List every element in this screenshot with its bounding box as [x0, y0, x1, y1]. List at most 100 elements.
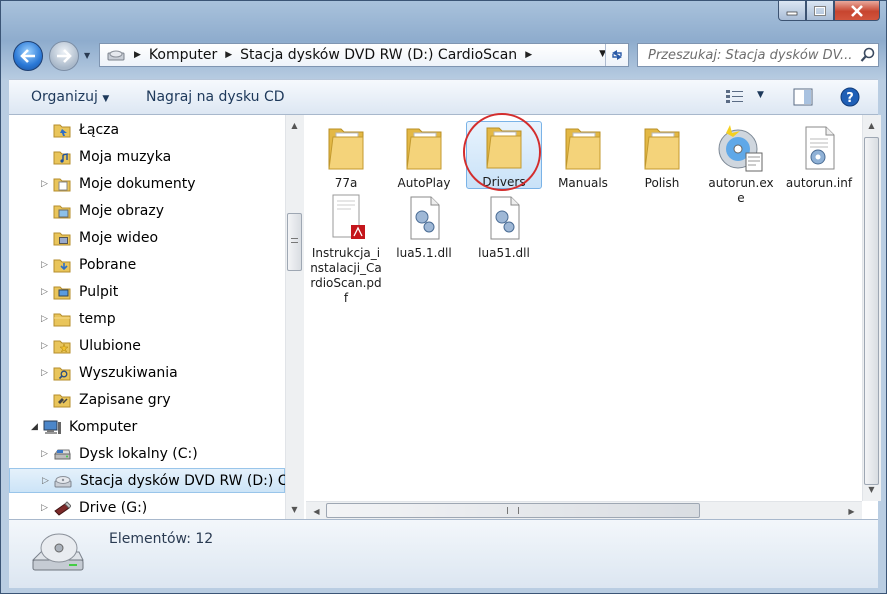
- desktop-folder-icon: [53, 286, 71, 299]
- view-list-icon: [726, 90, 743, 103]
- breadcrumb-separator-icon[interactable]: ▶: [525, 50, 532, 60]
- tree-item-computer[interactable]: ◢ Komputer: [9, 414, 285, 439]
- view-dropdown-icon[interactable]: ▼: [757, 90, 764, 100]
- scroll-up-icon[interactable]: ▲: [863, 117, 880, 133]
- expand-icon[interactable]: ▷: [41, 449, 48, 459]
- tree-item-drive-g[interactable]: ▷ Drive (G:): [9, 495, 285, 519]
- scroll-down-icon[interactable]: ▼: [863, 481, 880, 497]
- file-item-dll[interactable]: lua51.dll: [466, 191, 542, 261]
- tree-item-video[interactable]: Moje wideo: [9, 225, 285, 250]
- breadcrumb-computer[interactable]: Komputer: [149, 47, 217, 63]
- tree-item-pictures[interactable]: Moje obrazy: [9, 198, 285, 223]
- tree-item-desktop[interactable]: ▷ Pulpit: [9, 279, 285, 304]
- view-options-button[interactable]: [725, 88, 747, 108]
- command-bar: Organizuj ▼ Nagraj na dysku CD ▼ ?: [9, 79, 878, 115]
- tree-item-documents[interactable]: ▷ Moje dokumenty: [9, 171, 285, 196]
- file-list[interactable]: 77a AutoPlay Drivers Manuals Polish auto…: [306, 115, 862, 501]
- maximize-button[interactable]: [806, 1, 834, 21]
- scroll-thumb[interactable]: [326, 503, 700, 518]
- tree-item-temp[interactable]: ▷ temp: [9, 306, 285, 331]
- file-list-vertical-scrollbar[interactable]: ▲ ▼: [862, 115, 881, 501]
- organize-button[interactable]: Organizuj ▼: [31, 89, 109, 105]
- tree-item-label: Stacja dysków DVD RW (D:) CardioScan: [80, 472, 285, 489]
- navigation-pane-scrollbar[interactable]: ▲ ▼: [285, 115, 304, 519]
- scroll-thumb[interactable]: [864, 137, 879, 485]
- settings-file-icon: [805, 126, 835, 170]
- tree-item-downloads[interactable]: ▷ Pobrane: [9, 252, 285, 277]
- tree-item-favorites[interactable]: ▷ Ulubione: [9, 333, 285, 358]
- dvd-drive-large-icon: [31, 533, 84, 571]
- content-area: Łącza Moja muzyka ▷ Moje dokumenty Moje …: [9, 115, 881, 520]
- file-item-exe[interactable]: autorun.exe: [703, 121, 779, 206]
- dll-file-icon: [410, 196, 440, 240]
- expand-icon[interactable]: ▷: [41, 287, 48, 297]
- expand-icon[interactable]: ▷: [41, 368, 48, 378]
- back-button[interactable]: [13, 41, 43, 71]
- tree-item-label: Pulpit: [79, 283, 119, 300]
- tree-item-label: Wyszukiwania: [79, 364, 178, 381]
- folder-icon: [406, 128, 442, 170]
- file-name: autorun.inf: [785, 176, 853, 190]
- file-item-folder[interactable]: Polish: [624, 121, 700, 191]
- folder-icon: [53, 313, 71, 326]
- forward-button[interactable]: [49, 41, 79, 71]
- tree-item-label: Drive (G:): [79, 499, 148, 516]
- arrow-left-icon: [20, 49, 35, 63]
- tree-item-dvd-drive[interactable]: ▷ Stacja dysków DVD RW (D:) CardioScan: [9, 468, 285, 493]
- file-name: lua51.dll: [478, 246, 530, 260]
- scroll-up-icon[interactable]: ▲: [286, 117, 303, 133]
- file-name: 77a: [334, 176, 358, 190]
- music-folder-icon: [53, 151, 71, 164]
- search-box[interactable]: [637, 43, 879, 67]
- expand-icon[interactable]: ▷: [41, 341, 48, 351]
- help-button[interactable]: ?: [840, 87, 860, 111]
- file-item-inf[interactable]: autorun.inf: [781, 121, 857, 191]
- folder-icon: [565, 128, 601, 170]
- collapse-icon[interactable]: ◢: [31, 422, 38, 432]
- highlight-circle: [463, 113, 541, 191]
- tree-item-local-disk[interactable]: ▷ Dysk lokalny (C:): [9, 441, 285, 466]
- tree-item-saved-games[interactable]: Zapisane gry: [9, 387, 285, 412]
- refresh-button[interactable]: [605, 44, 628, 66]
- expand-icon[interactable]: ▷: [41, 503, 48, 513]
- scroll-thumb[interactable]: [287, 213, 302, 271]
- navigation-pane[interactable]: Łącza Moja muzyka ▷ Moje dokumenty Moje …: [9, 115, 285, 519]
- expand-icon[interactable]: ▷: [41, 179, 48, 189]
- tree-item-label: Dysk lokalny (C:): [79, 445, 198, 462]
- file-item-folder[interactable]: 77a: [308, 121, 384, 191]
- scroll-down-icon[interactable]: ▼: [286, 501, 303, 517]
- file-item-folder[interactable]: AutoPlay: [386, 121, 462, 191]
- minimize-button[interactable]: [778, 1, 806, 21]
- file-list-horizontal-scrollbar[interactable]: ◀ ▶: [306, 501, 862, 520]
- tree-item-music[interactable]: Moja muzyka: [9, 144, 285, 169]
- breadcrumb-dvd-drive[interactable]: Stacja dysków DVD RW (D:) CardioScan: [240, 47, 517, 63]
- preview-pane-button[interactable]: [793, 88, 813, 110]
- tree-item-links[interactable]: Łącza: [9, 117, 285, 142]
- folder-icon: [328, 128, 364, 170]
- dvd-drive-icon: [107, 50, 125, 61]
- file-item-pdf[interactable]: Instrukcja_instalacji_CardioScan.pdf: [308, 191, 384, 306]
- search-icon[interactable]: [860, 47, 876, 63]
- expand-icon[interactable]: ▷: [41, 260, 48, 270]
- tree-item-label: Moje wideo: [79, 229, 159, 246]
- expand-icon[interactable]: ▷: [42, 476, 49, 486]
- close-button[interactable]: [834, 1, 880, 21]
- minimize-icon: [786, 11, 798, 15]
- tree-item-label: Moja muzyka: [79, 148, 172, 165]
- address-root-arrow[interactable]: ▶: [134, 50, 141, 60]
- tree-item-searches[interactable]: ▷ Wyszukiwania: [9, 360, 285, 385]
- address-bar[interactable]: ▶ Komputer ▶ Stacja dysków DVD RW (D:) C…: [99, 43, 629, 67]
- burn-cd-button[interactable]: Nagraj na dysku CD: [146, 89, 285, 105]
- file-item-dll[interactable]: lua5.1.dll: [386, 191, 462, 261]
- file-name: AutoPlay: [397, 176, 451, 190]
- scroll-left-icon[interactable]: ◀: [308, 503, 325, 519]
- scroll-right-icon[interactable]: ▶: [843, 503, 860, 519]
- preview-pane-icon: [793, 88, 813, 106]
- breadcrumb-separator-icon[interactable]: ▶: [225, 50, 232, 60]
- recent-pages-dropdown[interactable]: ▼: [84, 51, 90, 60]
- local-disk-icon: [54, 449, 71, 459]
- navigation-bar: ▼ ▶ Komputer ▶ Stacja dysków DVD RW (D:)…: [9, 37, 879, 73]
- search-input[interactable]: [646, 46, 860, 64]
- file-item-folder[interactable]: Manuals: [545, 121, 621, 191]
- expand-icon[interactable]: ▷: [41, 314, 48, 324]
